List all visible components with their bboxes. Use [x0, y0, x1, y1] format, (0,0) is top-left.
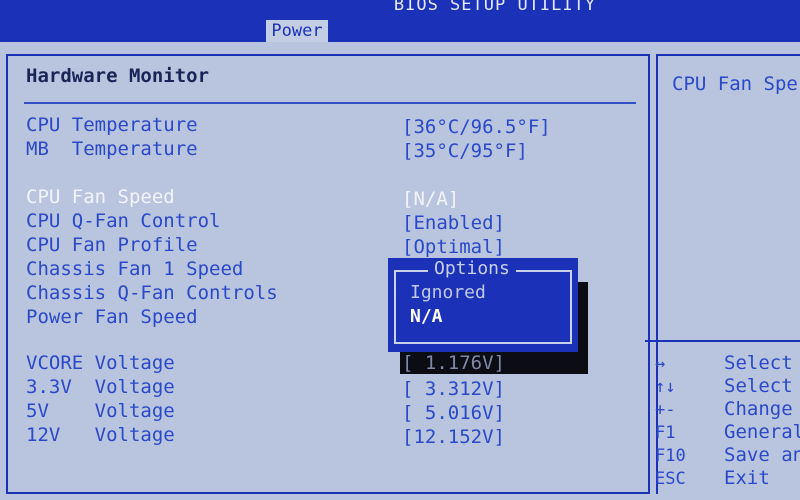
key-up-down-icon: ↑↓	[655, 377, 676, 397]
key-plus-minus-desc: Change	[724, 398, 793, 420]
v5-voltage-value: [ 5.016V]	[402, 402, 505, 424]
key-left-right-desc: Select	[724, 352, 793, 374]
option-ignored[interactable]: Ignored	[410, 282, 486, 303]
heading-divider	[24, 102, 636, 104]
key-up-down-desc: Select	[724, 375, 793, 397]
cpu-fan-profile-value[interactable]: [Optimal]	[402, 236, 505, 258]
cpu-temperature-value: [36°C/96.5°F]	[402, 116, 551, 138]
chassis-qfan-controls-label[interactable]: Chassis Q-Fan Controls	[26, 282, 278, 304]
key-f1-desc: General	[724, 421, 800, 443]
v12-voltage-label[interactable]: 12V Voltage	[26, 424, 175, 446]
tab-power[interactable]: Power	[266, 20, 328, 42]
cpu-fan-speed-label[interactable]: CPU Fan Speed	[26, 186, 175, 208]
panel-heading: Hardware Monitor	[26, 65, 210, 87]
cpu-temperature-label[interactable]: CPU Temperature	[26, 114, 198, 136]
key-plus-minus-icon: +-	[655, 400, 676, 420]
key-esc: ESC	[655, 469, 686, 489]
key-left-right-icon: ↔	[655, 354, 666, 374]
mb-temperature-value: [35°C/95°F]	[402, 140, 528, 162]
popup-title: Options	[428, 258, 516, 279]
cpu-fan-profile-label[interactable]: CPU Fan Profile	[26, 234, 198, 256]
help-description: CPU Fan Spe	[672, 73, 798, 95]
key-esc-desc: Exit	[724, 467, 770, 489]
key-f10-desc: Save an	[724, 444, 800, 466]
cpu-qfan-control-label[interactable]: CPU Q-Fan Control	[26, 210, 220, 232]
v5-voltage-label[interactable]: 5V Voltage	[26, 400, 175, 422]
option-na[interactable]: N/A	[410, 306, 443, 327]
mb-temperature-label[interactable]: MB Temperature	[26, 138, 198, 160]
key-f10: F10	[655, 446, 686, 466]
title-bar: BIOS SETUP UTILITY	[0, 0, 800, 20]
chassis-fan-1-speed-label[interactable]: Chassis Fan 1 Speed	[26, 258, 243, 280]
power-fan-speed-label[interactable]: Power Fan Speed	[26, 306, 198, 328]
help-divider	[645, 340, 800, 342]
vcore-voltage-value: [ 1.176V]	[402, 352, 505, 374]
bios-title: BIOS SETUP UTILITY	[393, 0, 597, 15]
v33-voltage-label[interactable]: 3.3V Voltage	[26, 376, 175, 398]
cpu-fan-speed-value[interactable]: [N/A]	[402, 188, 459, 210]
v12-voltage-value: [12.152V]	[402, 426, 505, 448]
tab-bar: Power	[0, 20, 800, 42]
v33-voltage-value: [ 3.312V]	[402, 378, 505, 400]
options-popup: Options Ignored N/A	[388, 258, 578, 352]
key-f1: F1	[655, 423, 676, 443]
vcore-voltage-label[interactable]: VCORE Voltage	[26, 352, 175, 374]
cpu-qfan-control-value[interactable]: [Enabled]	[402, 212, 505, 234]
